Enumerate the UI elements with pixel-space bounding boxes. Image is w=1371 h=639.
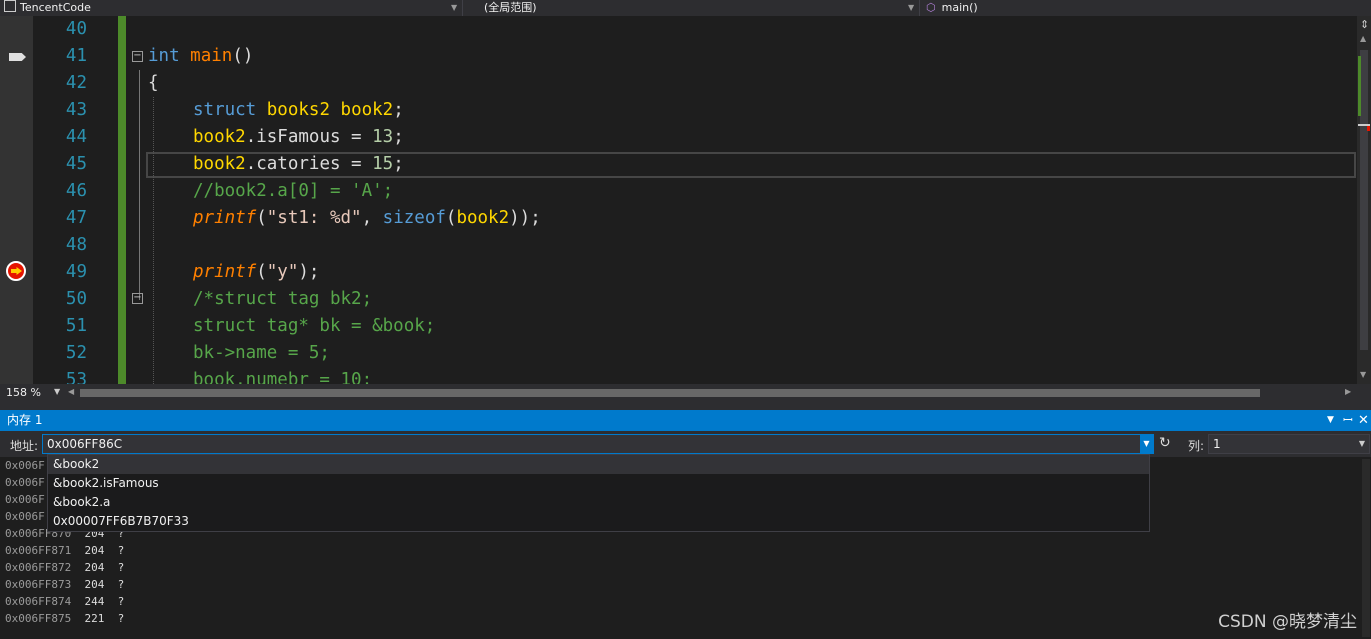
code-line[interactable]: /*struct tag bk2; (193, 286, 372, 313)
project-label: TencentCode (20, 1, 91, 14)
address-suggestions-dropdown[interactable]: &book2 &book2.isFamous &book2.a 0x00007F… (47, 454, 1150, 532)
split-icon[interactable]: ⇕ (1360, 18, 1369, 31)
line-number: 46 (65, 181, 87, 201)
watermark: CSDN @晓梦清尘 (1218, 612, 1357, 632)
scope-dropdown[interactable]: (全局范围) (484, 0, 537, 16)
memory-row[interactable]: 0x006FF874 244 ? (5, 593, 124, 610)
close-icon[interactable]: ✕ (1358, 410, 1369, 431)
project-dropdown[interactable]: TencentCode (4, 0, 91, 16)
scroll-down-icon[interactable]: ▼ (1360, 370, 1366, 379)
line-number: 51 (65, 316, 87, 336)
editor-status-strip: 158 % ▼ ◀ ▶ (0, 384, 1371, 402)
memory-scrollbar[interactable] (1362, 459, 1370, 637)
vertical-scrollbar[interactable]: ⇕ ▲ ▼ (1357, 16, 1371, 384)
horizontal-scrollbar-thumb[interactable] (80, 389, 1260, 397)
code-line[interactable]: book2.isFamous = 13; (193, 124, 404, 151)
chevron-down-icon[interactable]: ▼ (1140, 435, 1153, 453)
chevron-down-icon[interactable]: ▼ (451, 0, 457, 15)
line-number: 52 (65, 343, 87, 363)
line-number: 49 (65, 262, 87, 282)
memory-window-title-bar[interactable]: 内存 1 ▼ ꟷ ✕ (0, 410, 1371, 431)
memory-row[interactable]: 0x006F (5, 508, 45, 525)
code-line[interactable]: book.numebr = 10; (193, 367, 372, 384)
chevron-down-icon[interactable]: ▼ (54, 387, 60, 396)
column-select[interactable]: 1 ▼ (1208, 434, 1370, 454)
code-line[interactable]: int main() (148, 43, 253, 70)
panel-splitter[interactable] (0, 402, 1371, 410)
code-line[interactable]: struct books2 book2; (193, 97, 404, 124)
code-line[interactable]: book2.catories = 15; (193, 151, 404, 178)
line-number: 44 (65, 127, 87, 147)
method-icon: ⬡ (926, 1, 936, 14)
line-number: 41 (65, 46, 87, 66)
code-editor[interactable]: − − 40 41 42 43 44 45 46 47 48 49 50 51 … (0, 16, 1357, 384)
suggestion-item[interactable]: &book2 (48, 455, 1149, 474)
line-number: 42 (65, 73, 87, 93)
memory-row[interactable]: 0x006F (5, 457, 45, 474)
suggestion-item[interactable]: &book2.a (48, 493, 1149, 512)
memory-row[interactable]: 0x006FF873 204 ? (5, 576, 124, 593)
code-line[interactable]: struct tag* bk = &book; (193, 313, 435, 340)
line-number: 47 (65, 208, 87, 228)
window-menu-icon[interactable]: ▼ (1327, 410, 1334, 431)
address-input[interactable]: 0x006FF86C (42, 434, 1154, 454)
project-icon (4, 0, 16, 12)
navigation-bar: TencentCode ▼ (全局范围) ▼ ⬡ main() (0, 0, 1371, 16)
breakpoint-marker (1367, 126, 1370, 131)
scroll-up-icon[interactable]: ▲ (1360, 34, 1366, 43)
function-label: main() (941, 1, 978, 14)
scroll-right-icon[interactable]: ▶ (1345, 387, 1351, 396)
code-line[interactable]: bk->name = 5; (193, 340, 330, 367)
function-dropdown[interactable]: ⬡ main() (926, 0, 978, 16)
chevron-down-icon[interactable]: ▼ (908, 0, 914, 15)
zoom-level[interactable]: 158 % (6, 386, 41, 399)
memory-window-title: 内存 1 (7, 413, 43, 427)
line-number: 40 (65, 19, 87, 39)
code-line[interactable]: { (148, 70, 159, 97)
scroll-left-icon[interactable]: ◀ (68, 387, 74, 396)
suggestion-item[interactable]: 0x00007FF6B7B70F33 (48, 512, 1149, 531)
change-marker (1358, 56, 1361, 116)
address-label: 地址: (10, 439, 39, 453)
line-number: 48 (65, 235, 87, 255)
memory-row[interactable]: 0x006FF875 221 ? (5, 610, 124, 627)
code-line[interactable]: printf("y"); (193, 259, 319, 286)
separator (919, 0, 920, 16)
scrollbar-thumb[interactable] (1360, 50, 1368, 350)
line-number: 43 (65, 100, 87, 120)
column-label: 列: (1188, 439, 1205, 453)
memory-row[interactable]: 0x006F (5, 491, 45, 508)
memory-row[interactable]: 0x006FF872 204 ? (5, 559, 124, 576)
refresh-icon[interactable]: ↻ (1159, 435, 1171, 451)
separator (462, 0, 463, 16)
column-value: 1 (1213, 437, 1221, 451)
code-line[interactable]: printf("st1: %d", sizeof(book2)); (193, 205, 541, 232)
pin-icon[interactable]: ꟷ (1343, 410, 1353, 431)
suggestion-item[interactable]: &book2.isFamous (48, 474, 1149, 493)
line-number: 45 (65, 154, 87, 174)
memory-row[interactable]: 0x006FF871 204 ? (5, 542, 124, 559)
line-number: 50 (65, 289, 87, 309)
chevron-down-icon[interactable]: ▼ (1359, 435, 1365, 453)
line-number: 53 (65, 370, 87, 384)
code-line[interactable]: //book2.a[0] = 'A'; (193, 178, 393, 205)
memory-row[interactable]: 0x006F (5, 474, 45, 491)
